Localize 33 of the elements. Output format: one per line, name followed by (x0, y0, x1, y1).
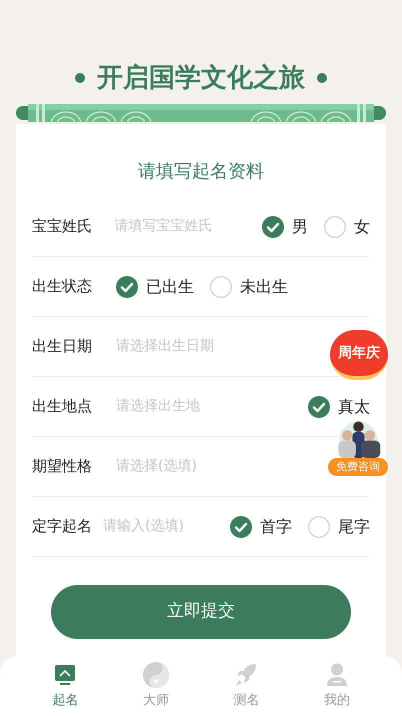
input-field[interactable]: 请选择出生日期 (116, 336, 266, 357)
option-label[interactable]: 男 (292, 214, 308, 238)
option-label[interactable]: 已出生 (146, 274, 194, 298)
radio-icon[interactable] (210, 276, 232, 298)
radio-icon[interactable] (324, 216, 346, 238)
check-icon[interactable] (230, 516, 252, 538)
field-label: 宝宝姓氏 (32, 216, 93, 238)
input-field[interactable]: 请选择出生地 (116, 396, 266, 417)
banner-title: 开启国学文化之旅 (97, 65, 305, 91)
person-icon (326, 662, 348, 686)
rocket-icon (235, 662, 258, 686)
nav-tab[interactable]: 起名 (35, 656, 96, 716)
field-label: 定字起名 (32, 516, 93, 538)
submit-button[interactable]: 立即提交 (51, 585, 351, 639)
option-label[interactable]: 尾字 (338, 514, 370, 538)
input-field[interactable]: 请填写宝宝姓氏 (114, 216, 262, 237)
option-label[interactable]: 未出生 (240, 274, 288, 298)
field-label: 出生状态 (32, 276, 93, 298)
field-label: 出生地点 (32, 396, 93, 418)
check-icon[interactable] (116, 276, 138, 298)
field-label: 出生日期 (32, 336, 93, 358)
input-field[interactable]: 请选择(选填) (116, 456, 266, 477)
monitor-icon (54, 664, 76, 686)
input-field[interactable]: 请输入(选填) (103, 516, 230, 537)
option-label[interactable]: 真太 (338, 394, 370, 418)
yin-yang-icon (142, 662, 169, 688)
check-icon[interactable] (262, 216, 284, 238)
check-icon[interactable] (308, 396, 330, 418)
option-label[interactable]: 女 (354, 214, 370, 238)
radio-icon[interactable] (308, 516, 330, 538)
form-heading: 请填写起名资料 (138, 160, 264, 184)
field-label: 期望性格 (32, 456, 93, 478)
option-label[interactable]: 首字 (260, 514, 292, 538)
